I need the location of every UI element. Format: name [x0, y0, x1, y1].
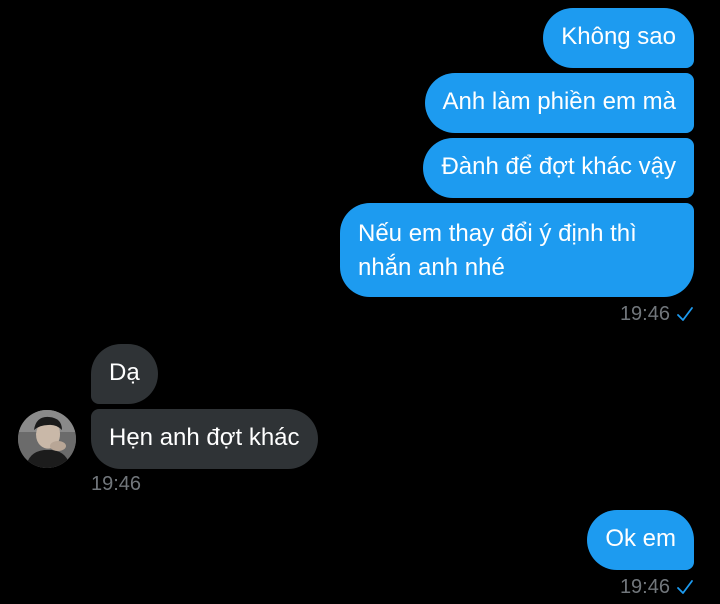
message-bubble-outgoing[interactable]: Ok em — [587, 510, 694, 570]
check-icon — [677, 580, 693, 594]
message-bubble-incoming[interactable]: Hẹn anh đợt khác — [91, 409, 318, 469]
avatar-image — [18, 410, 76, 468]
message-timestamp: 19:46 — [620, 302, 694, 326]
message-text: Anh làm phiền em mà — [442, 88, 676, 115]
message-bubble-outgoing[interactable]: Anh làm phiền em mà — [424, 73, 694, 133]
message-text: Không sao — [561, 23, 676, 50]
message-text-line: Nếu em thay đổi ý định thì — [358, 220, 637, 247]
check-icon — [677, 307, 693, 321]
avatar[interactable] — [18, 410, 76, 468]
message-bubble-outgoing[interactable]: Nếu em thay đổi ý định thì nhắn anh nhé — [340, 203, 694, 297]
timestamp-text: 19:46 — [619, 303, 670, 325]
message-bubble-incoming[interactable]: Dạ — [91, 344, 158, 404]
message-text: Dạ — [109, 359, 140, 386]
message-bubble-outgoing[interactable]: Đành để đợt khác vậy — [423, 138, 694, 198]
message-timestamp: 19:46 — [91, 472, 141, 496]
message-text: Hẹn anh đợt khác — [109, 424, 300, 451]
message-timestamp: 19:46 — [620, 575, 694, 599]
message-text: Đành để đợt khác vậy — [441, 153, 676, 180]
timestamp-text: 19:46 — [619, 576, 670, 598]
message-text-line: nhắn anh nhé — [358, 254, 505, 281]
message-bubble-outgoing[interactable]: Không sao — [543, 8, 694, 68]
message-text: Ok em — [605, 525, 676, 552]
timestamp-text: 19:46 — [91, 473, 142, 495]
